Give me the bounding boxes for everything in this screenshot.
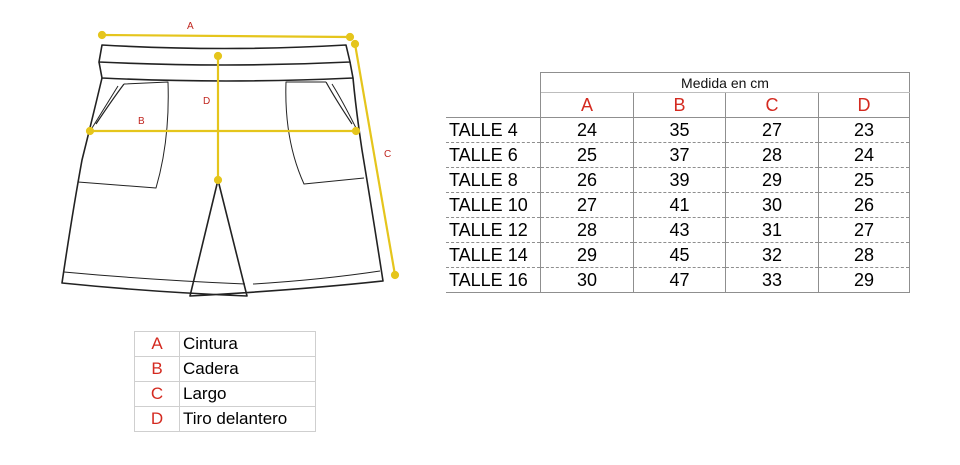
cell-value: 29 xyxy=(540,242,634,268)
cell-value: 29 xyxy=(818,267,910,293)
legend-name: Tiro delantero xyxy=(179,406,316,432)
cell-value: 28 xyxy=(818,242,910,268)
shorts-diagram: A B D C xyxy=(61,21,400,297)
cell-value: 27 xyxy=(818,217,910,243)
cell-value: 31 xyxy=(725,217,819,243)
cell-value: 28 xyxy=(540,217,634,243)
table-row: TALLE 4 24 35 27 23 xyxy=(446,117,910,143)
row-label: TALLE 14 xyxy=(446,242,541,268)
cell-value: 25 xyxy=(540,142,634,168)
row-label: TALLE 6 xyxy=(446,142,541,168)
legend-name: Largo xyxy=(179,381,316,407)
cell-value: 30 xyxy=(540,267,634,293)
dimension-label-a: A xyxy=(187,21,194,32)
dimension-label-b: B xyxy=(138,116,145,127)
table-row: TALLE 14 29 45 32 28 xyxy=(446,242,910,268)
table-corner-lower xyxy=(446,92,541,118)
row-label: TALLE 16 xyxy=(446,267,541,293)
legend-letter: B xyxy=(134,356,180,382)
legend-letter: A xyxy=(134,331,180,357)
cell-value: 37 xyxy=(633,142,726,168)
table-row: TALLE 6 25 37 28 24 xyxy=(446,142,910,168)
legend-name: Cintura xyxy=(179,331,316,357)
cell-value: 35 xyxy=(633,117,726,143)
cell-value: 32 xyxy=(725,242,819,268)
cell-value: 27 xyxy=(540,192,634,218)
cell-value: 26 xyxy=(818,192,910,218)
legend-letter: C xyxy=(134,381,180,407)
column-header-b: B xyxy=(633,92,726,118)
cell-value: 26 xyxy=(540,167,634,193)
cell-value: 33 xyxy=(725,267,819,293)
table-row: TALLE 8 26 39 29 25 xyxy=(446,167,910,193)
table-row: TALLE 16 30 47 33 29 xyxy=(446,267,910,293)
row-label: TALLE 8 xyxy=(446,167,541,193)
legend-name: Cadera xyxy=(179,356,316,382)
table-row: TALLE 12 28 43 31 27 xyxy=(446,217,910,243)
column-header-d: D xyxy=(818,92,910,118)
measure-a-end xyxy=(345,32,355,42)
legend-row: A Cintura xyxy=(134,331,316,357)
column-header-c: C xyxy=(725,92,819,118)
column-header-a: A xyxy=(540,92,634,118)
dimension-label-d: D xyxy=(203,96,210,107)
cell-value: 45 xyxy=(633,242,726,268)
cell-value: 39 xyxy=(633,167,726,193)
row-label: TALLE 4 xyxy=(446,117,541,143)
table-row: TALLE 10 27 41 30 26 xyxy=(446,192,910,218)
cell-value: 41 xyxy=(633,192,726,218)
size-table: Medida en cm A B C D TALLE 4 24 35 27 23… xyxy=(446,72,910,293)
table-corner xyxy=(446,72,541,93)
legend-row: D Tiro delantero xyxy=(134,406,316,432)
dimension-label-c: C xyxy=(384,149,391,160)
shorts-outline xyxy=(61,44,384,297)
cell-value: 24 xyxy=(818,142,910,168)
cell-value: 43 xyxy=(633,217,726,243)
cell-value: 25 xyxy=(818,167,910,193)
legend-letter: D xyxy=(134,406,180,432)
cell-value: 47 xyxy=(633,267,726,293)
cell-value: 23 xyxy=(818,117,910,143)
legend-table: A Cintura B Cadera C Largo D Tiro delant… xyxy=(134,331,316,432)
cell-value: 28 xyxy=(725,142,819,168)
cell-value: 24 xyxy=(540,117,634,143)
legend-row: C Largo xyxy=(134,381,316,407)
legend-row: B Cadera xyxy=(134,356,316,382)
table-title: Medida en cm xyxy=(540,72,910,93)
cell-value: 29 xyxy=(725,167,819,193)
row-label: TALLE 10 xyxy=(446,192,541,218)
row-label: TALLE 12 xyxy=(446,217,541,243)
cell-value: 27 xyxy=(725,117,819,143)
cell-value: 30 xyxy=(725,192,819,218)
